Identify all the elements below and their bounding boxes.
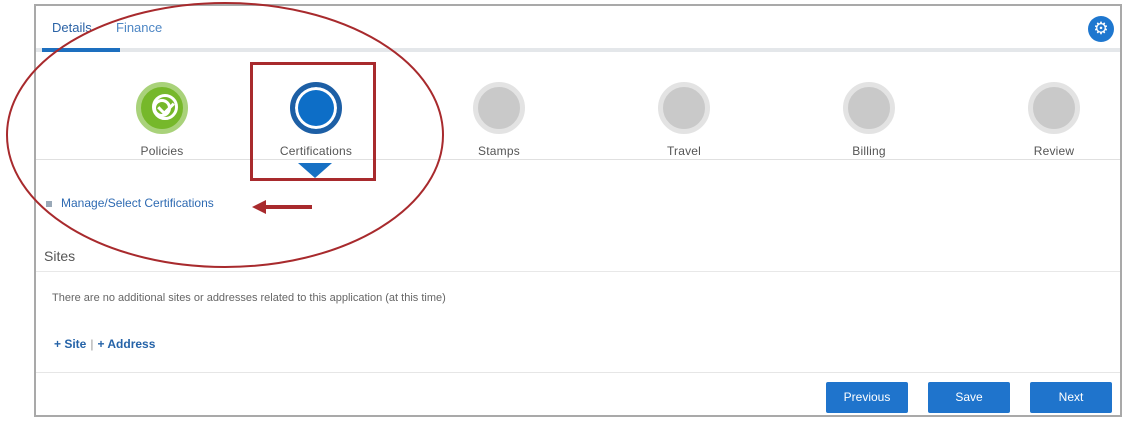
arrow-annotation: [252, 200, 312, 214]
manage-certifications-link[interactable]: Manage/Select Certifications: [46, 196, 214, 210]
application-wizard: Details Finance ⚙ Policies Certification…: [34, 4, 1122, 417]
footer-divider: [36, 372, 1120, 373]
add-address-link[interactable]: + Address: [97, 337, 155, 351]
previous-button[interactable]: Previous: [826, 382, 908, 413]
pending-step-icon: [1028, 82, 1080, 134]
link-separator: |: [90, 337, 94, 351]
step-review[interactable]: Review: [994, 82, 1114, 158]
tab-details[interactable]: Details: [52, 20, 92, 35]
step-policies[interactable]: Policies: [102, 82, 222, 158]
tab-finance[interactable]: Finance: [116, 20, 162, 35]
step-billing[interactable]: Billing: [809, 82, 929, 158]
next-button[interactable]: Next: [1030, 382, 1112, 413]
step-label: Stamps: [478, 144, 520, 158]
active-tab-indicator: [42, 48, 120, 52]
sites-heading: Sites: [44, 248, 76, 264]
step-label: Billing: [852, 144, 886, 158]
step-travel[interactable]: Travel: [624, 82, 744, 158]
gear-icon[interactable]: ⚙: [1088, 16, 1114, 42]
sites-empty-message: There are no additional sites or address…: [52, 292, 446, 304]
pending-step-icon: [658, 82, 710, 134]
highlight-box-annotation: [250, 62, 376, 181]
stepper-divider: [36, 159, 1120, 160]
check-icon: [136, 82, 188, 134]
step-label: Review: [1033, 144, 1075, 158]
step-label: Travel: [666, 144, 702, 158]
manage-certifications-label[interactable]: Manage/Select Certifications: [61, 196, 214, 210]
sites-divider: [36, 271, 1120, 272]
step-stamps[interactable]: Stamps: [439, 82, 559, 158]
pending-step-icon: [473, 82, 525, 134]
tab-bar: Details Finance ⚙: [36, 6, 1120, 52]
pending-step-icon: [843, 82, 895, 134]
add-site-link[interactable]: + Site: [54, 337, 86, 351]
expand-icon[interactable]: [46, 200, 52, 207]
step-label: Policies: [140, 144, 184, 158]
add-links: + Site | + Address: [54, 337, 155, 351]
save-button[interactable]: Save: [928, 382, 1010, 413]
